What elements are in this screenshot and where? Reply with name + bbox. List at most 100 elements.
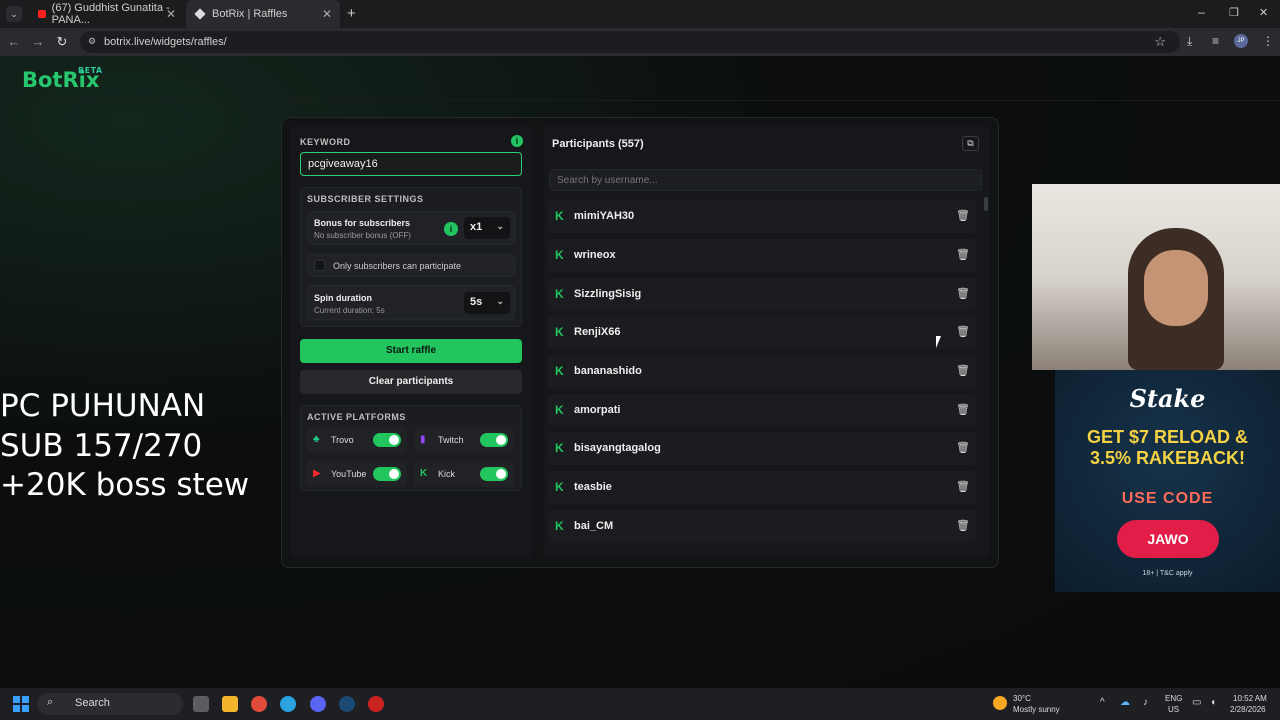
kick-icon: K [555,287,564,301]
spin-duration-value: 5s [470,296,483,308]
only-subs-label: Only subscribers can participate [333,261,462,271]
chrome-icon[interactable] [251,696,267,712]
trash-icon[interactable]: 🗑 [956,209,970,222]
profile-avatar[interactable]: JP [1234,34,1248,48]
tab-label: BotRix | Raffles [212,8,288,20]
botrix-favicon-icon [194,8,206,20]
only-subs-checkbox[interactable] [314,260,325,271]
reload-icon[interactable]: ↻ [50,34,74,50]
keyword-info-icon[interactable]: i [511,135,523,147]
participant-row: KmimiYAH30 🗑 [548,200,976,233]
download-icon[interactable]: ⤓ [1187,34,1192,49]
kick-icon: K [555,403,564,417]
webcam-feed [1032,184,1280,370]
mouse-cursor-icon [936,336,946,348]
weather-temp[interactable]: 30°C [1013,694,1031,703]
spin-duration-select[interactable]: 5s ⌄ [464,292,510,314]
trash-icon[interactable]: 🗑 [956,441,970,454]
tab-youtube[interactable]: (67) Guddhist Gunatita - PANA... ✕ [28,0,184,28]
twitch-toggle[interactable] [480,433,508,447]
weather-icon [993,696,1007,710]
kick-icon: K [555,364,564,378]
start-raffle-button[interactable]: Start raffle [300,339,522,363]
app-icon[interactable] [368,696,384,712]
file-explorer-icon[interactable] [222,696,238,712]
clock-time[interactable]: 10:52 AM [1233,694,1267,703]
copy-icon[interactable]: ⧉ [962,136,979,151]
platform-twitch: ▮ Twitch [414,427,514,453]
language-2[interactable]: US [1168,705,1179,714]
participant-row: Kwrineox 🗑 [548,239,976,272]
scrollbar[interactable] [984,197,988,211]
ad-headline-1: GET $7 RELOAD & [1086,427,1249,447]
windows-taskbar [0,688,1280,720]
url-text: botrix.live/widgets/raffles/ [104,36,227,48]
restore-icon[interactable]: ❐ [1229,6,1239,19]
weather-desc[interactable]: Mostly sunny [1013,705,1060,714]
trash-icon[interactable]: 🗑 [956,248,970,261]
trash-icon[interactable]: 🗑 [956,287,970,300]
participant-username: teasbie [574,481,612,493]
tray-chevron-icon[interactable]: ^ [1100,697,1105,708]
minimize-icon[interactable]: – [1198,5,1205,19]
discord-icon[interactable] [310,696,326,712]
platform-name: Trovo [331,435,354,445]
close-tab-icon[interactable]: ✕ [322,7,332,21]
trash-icon[interactable]: 🗑 [956,403,970,416]
header-divider [0,100,1280,101]
kick-icon: K [420,468,428,479]
bonus-multiplier-value: x1 [470,221,483,233]
kick-icon: K [555,441,564,455]
clock-date[interactable]: 2/28/2026 [1230,705,1266,714]
media-controls-icon[interactable]: ≡ [1212,34,1219,48]
botrix-logo[interactable]: BotRix BETA [22,66,102,92]
start-icon[interactable] [13,696,29,712]
platform-trovo: ♣ Trovo [307,427,407,453]
tab-botrix[interactable]: BotRix | Raffles ✕ [186,0,340,28]
kick-icon: K [555,209,564,223]
stream-overlay-line-1: PC PUHUNAN [0,388,206,424]
participant-username: wrineox [574,249,616,261]
trovo-toggle[interactable] [373,433,401,447]
new-tab-icon[interactable]: + [347,5,356,22]
back-icon[interactable]: ← [2,34,26,49]
taskbar-search[interactable]: ⌕ Search [37,693,183,715]
trash-icon[interactable]: 🗑 [956,325,970,338]
participant-username: amorpati [574,404,621,416]
platform-name: YouTube [331,469,367,479]
trovo-icon: ♣ [313,434,320,445]
network-icon[interactable]: ☁ [1120,697,1130,708]
tab-label: (67) Guddhist Gunatita - PANA... [51,2,170,26]
participant-row: Kteasbie 🗑 [548,471,976,504]
mic-icon[interactable]: ♪ [1143,697,1148,708]
browser-menu-icon[interactable]: ⋮ [1262,34,1274,48]
task-view-icon[interactable] [193,696,209,712]
participant-username: mimiYAH30 [574,210,635,222]
site-info-icon[interactable]: ⚙ [88,36,96,47]
display-icon[interactable]: ▭ [1192,697,1201,708]
trash-icon[interactable]: 🗑 [956,480,970,493]
kick-toggle[interactable] [480,467,508,481]
clear-participants-button[interactable]: Clear participants [300,370,522,394]
keyword-input[interactable]: pcgiveaway16 [300,152,522,176]
taskbar-search-label: Search [75,697,110,709]
close-window-icon[interactable]: ✕ [1259,6,1268,19]
forward-icon[interactable]: → [26,34,50,49]
trash-icon[interactable]: 🗑 [956,519,970,532]
language-1[interactable]: ENG [1165,694,1182,703]
close-tab-icon[interactable]: ✕ [166,7,176,21]
bonus-info-icon[interactable]: i [444,222,458,236]
steam-icon[interactable] [339,696,355,712]
kick-icon: K [555,480,564,494]
tab-list-button[interactable]: ⌄ [6,6,22,22]
address-bar[interactable]: ⚙ botrix.live/widgets/raffles/ ☆ [80,31,1180,53]
bonus-multiplier-select[interactable]: x1 ⌄ [464,217,510,239]
volume-icon[interactable]: ◖ [1210,697,1216,708]
ad-fine-print: 18+ | T&C apply [1142,570,1193,577]
bookmark-star-icon[interactable]: ☆ [1154,34,1166,50]
telegram-icon[interactable] [280,696,296,712]
trash-icon[interactable]: 🗑 [956,364,970,377]
beta-badge: BETA [78,66,103,75]
youtube-toggle[interactable] [373,467,401,481]
participant-search-input[interactable]: Search by username... [549,169,982,191]
